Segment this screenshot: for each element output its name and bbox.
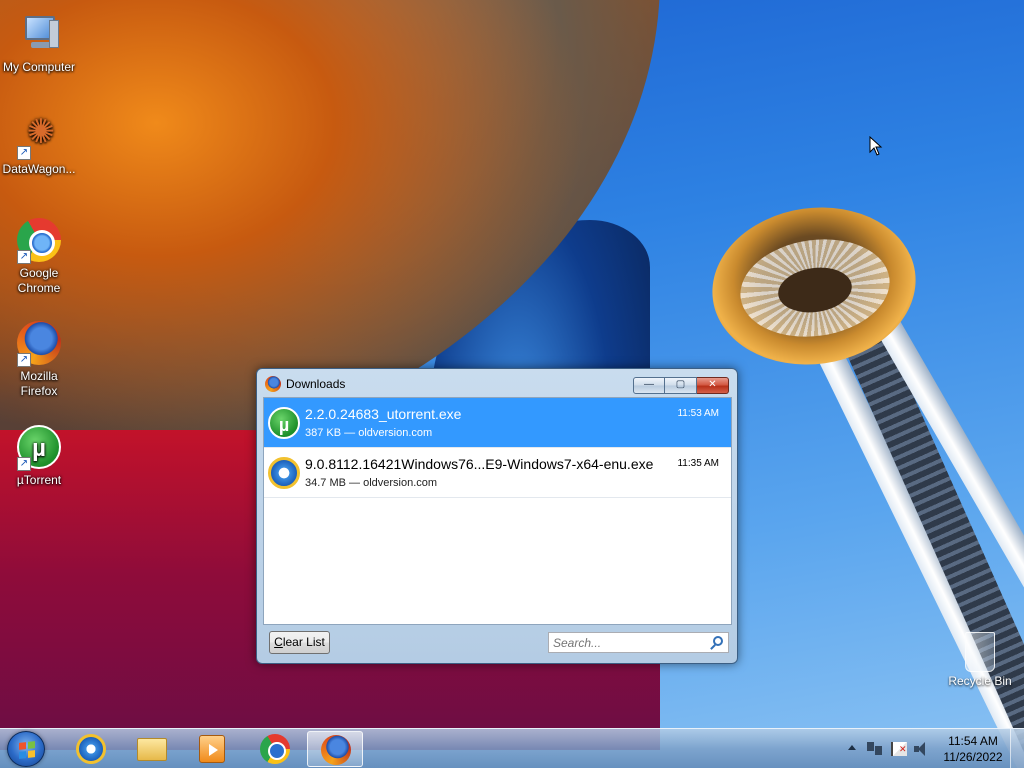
downloads-footer: Clear List	[263, 629, 731, 659]
action-center-icon[interactable]	[891, 742, 907, 756]
desktop-icon-utorrent[interactable]: µ ↗ µTorrent	[0, 423, 78, 488]
desktop-icon-recycle-bin[interactable]: Recycle Bin	[940, 632, 1020, 688]
system-tray: 11:54 AM 11/26/2022	[0, 729, 1024, 768]
show-hidden-icons-icon[interactable]	[848, 745, 856, 750]
internet-explorer-icon	[268, 457, 300, 489]
firefox-icon: ↗	[15, 319, 63, 367]
show-desktop-button[interactable]	[1010, 729, 1024, 768]
search-icon[interactable]	[713, 636, 723, 646]
title-bar[interactable]: Downloads — ▢ ✕	[257, 369, 737, 399]
volume-icon[interactable]	[914, 742, 930, 756]
window-title: Downloads	[286, 377, 346, 391]
window-controls: — ▢ ✕	[633, 377, 729, 394]
desktop-icon-mozilla-firefox[interactable]: ↗ Mozilla Firefox	[0, 319, 78, 399]
clear-list-button[interactable]: Clear List	[269, 631, 330, 654]
download-file-meta: 387 KB — oldversion.com	[305, 427, 433, 439]
computer-icon	[15, 10, 63, 58]
clock-date: 11/26/2022	[943, 750, 1003, 764]
desktop-icon-datawagon[interactable]: ✺ ↗ DataWagon...	[0, 112, 78, 177]
desktop-icon-label: Recycle Bin	[948, 674, 1012, 688]
desktop-icon-google-chrome[interactable]: ↗ Google Chrome	[0, 216, 78, 296]
download-file-meta: 34.7 MB — oldversion.com	[305, 477, 438, 489]
search-box	[548, 632, 729, 653]
firefox-icon	[265, 376, 281, 392]
datawagon-icon: ✺ ↗	[15, 112, 63, 160]
recycle-bin-icon	[965, 632, 995, 672]
clear-list-accesskey: C	[274, 635, 283, 649]
mouse-cursor-icon	[869, 136, 883, 156]
minimize-button[interactable]: —	[633, 377, 665, 394]
shortcut-arrow-icon: ↗	[17, 250, 31, 264]
taskbar: 11:54 AM 11/26/2022	[0, 728, 1024, 768]
download-file-name: 2.2.0.24683_utorrent.exe	[305, 406, 462, 422]
download-file-name: 9.0.8112.16421Windows76...E9-Windows7-x6…	[305, 456, 654, 472]
download-time: 11:35 AM	[677, 458, 719, 469]
clock[interactable]: 11:54 AM 11/26/2022	[938, 733, 1008, 765]
network-icon[interactable]	[867, 742, 883, 756]
download-item[interactable]: µ 2.2.0.24683_utorrent.exe 387 KB — oldv…	[264, 398, 731, 448]
shortcut-arrow-icon: ↗	[17, 457, 31, 471]
close-button[interactable]: ✕	[697, 377, 729, 394]
desktop-icon-label: Google Chrome	[17, 266, 61, 295]
download-item[interactable]: 9.0.8112.16421Windows76...E9-Windows7-x6…	[264, 448, 731, 498]
shortcut-arrow-icon: ↗	[17, 146, 31, 160]
clear-list-label: lear List	[282, 635, 325, 649]
desktop-icon-my-computer[interactable]: My Computer	[0, 10, 78, 75]
utorrent-icon: µ	[268, 407, 300, 439]
google-chrome-icon: ↗	[15, 216, 63, 264]
utorrent-icon: µ ↗	[15, 423, 63, 471]
desktop-icon-label: My Computer	[2, 60, 76, 74]
desktop-icon-label: Mozilla Firefox	[20, 369, 58, 398]
downloads-list: µ 2.2.0.24683_utorrent.exe 387 KB — oldv…	[263, 397, 732, 625]
clock-time: 11:54 AM	[948, 734, 998, 748]
downloads-window: Downloads — ▢ ✕ µ 2.2.0.24683_utorrent.e…	[256, 368, 738, 664]
download-time: 11:53 AM	[677, 408, 719, 419]
search-input[interactable]	[549, 633, 699, 652]
shortcut-arrow-icon: ↗	[17, 353, 31, 367]
desktop-icon-label: DataWagon...	[2, 162, 76, 176]
desktop-icon-label: µTorrent	[16, 473, 62, 487]
maximize-button[interactable]: ▢	[665, 377, 697, 394]
